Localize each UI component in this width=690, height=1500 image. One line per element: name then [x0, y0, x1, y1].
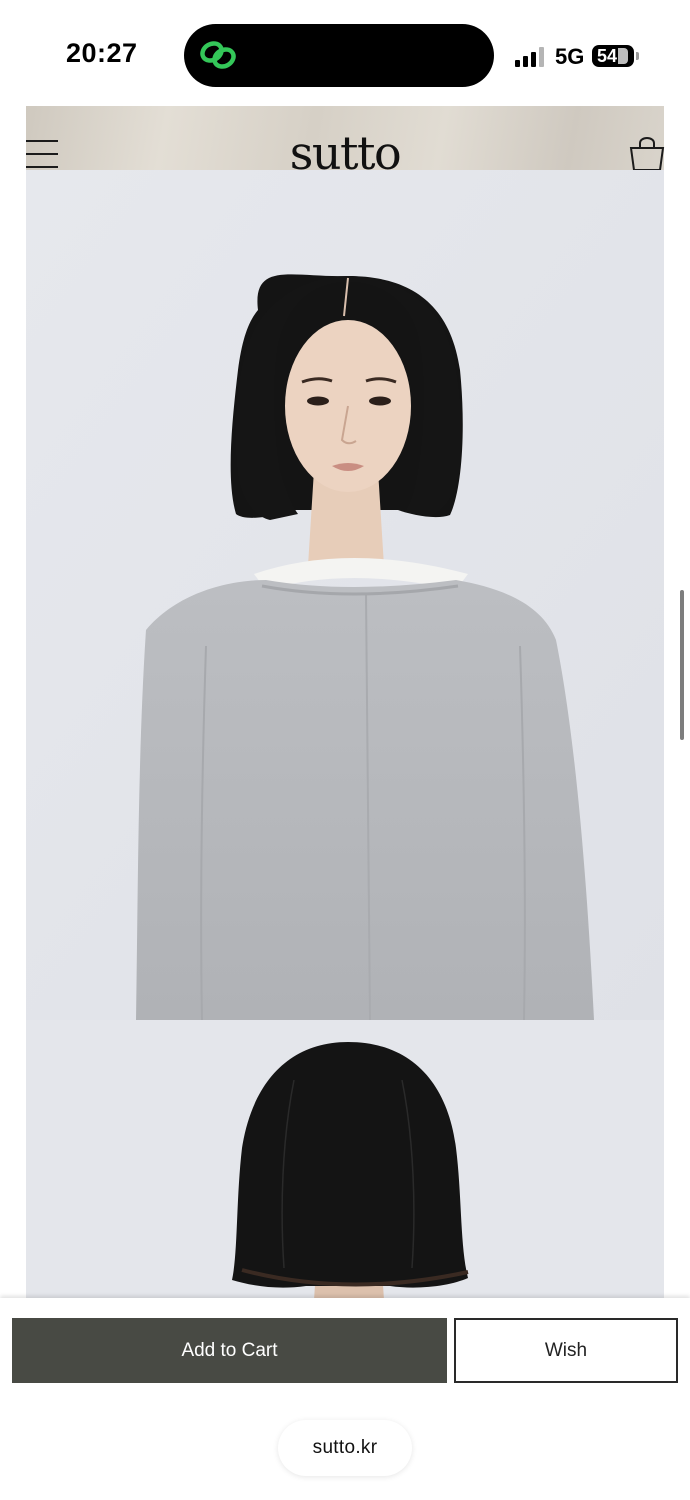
battery-cap [636, 52, 639, 60]
site-header: sutto [26, 106, 666, 176]
shopping-bag-icon[interactable] [628, 136, 666, 172]
browser-url-bar[interactable]: sutto.kr [278, 1420, 412, 1476]
link-activity-icon [200, 41, 236, 69]
network-type: 5G [555, 44, 585, 69]
product-image-back[interactable] [26, 1020, 664, 1300]
model-front-illustration [26, 170, 664, 1020]
product-image-front[interactable] [26, 170, 664, 1020]
dynamic-island [184, 24, 494, 87]
wish-button[interactable]: Wish [454, 1318, 678, 1383]
battery-level: 54 [597, 46, 618, 66]
status-time: 20:27 [66, 38, 138, 68]
bottom-action-bar: Add to Cart Wish sutto.kr [0, 1298, 690, 1500]
cellular-signal-icon [515, 45, 547, 67]
add-to-cart-button[interactable]: Add to Cart [12, 1318, 447, 1383]
battery-icon: 54 [592, 45, 634, 67]
status-bar: 20:27 5G 54 [0, 0, 690, 106]
scroll-indicator[interactable] [680, 590, 684, 740]
model-back-illustration [26, 1020, 664, 1300]
